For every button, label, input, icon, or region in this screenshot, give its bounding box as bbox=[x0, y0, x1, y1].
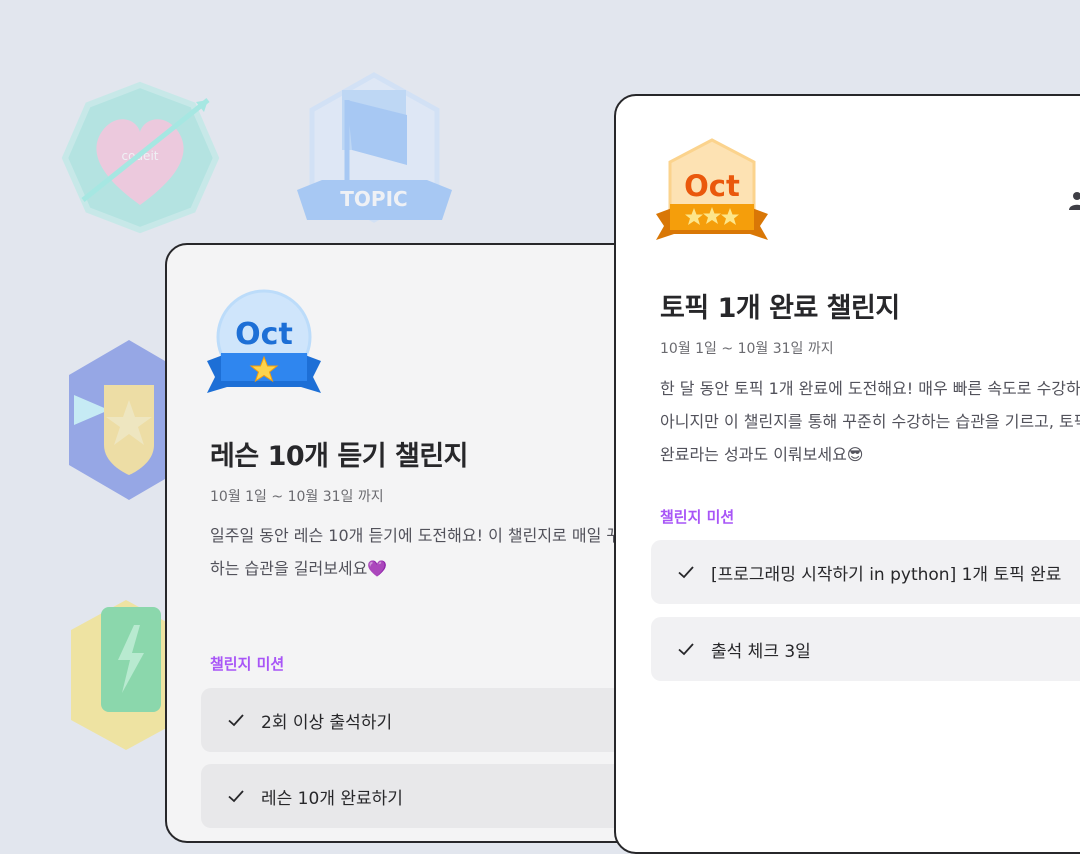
oct-orange-badge: Oct bbox=[656, 138, 768, 240]
challenge-title: 토픽 1개 완료 챌린지 bbox=[660, 293, 900, 324]
check-icon bbox=[228, 714, 244, 727]
topic-badge-text: TOPIC bbox=[340, 187, 407, 211]
oct-blue-badge: Oct bbox=[207, 289, 321, 393]
mission-label: 출석 체크 3일 bbox=[711, 641, 811, 662]
missions-label: 챌린지 미션 bbox=[210, 655, 285, 673]
challenge-period: 10월 1일 ~ 10월 31일 까지 bbox=[210, 489, 384, 505]
challenge-description-line-1: 한 달 동안 토픽 1개 완료에 도전해요! 매우 빠른 속도로 수강하는 것은 bbox=[660, 379, 1080, 398]
check-icon bbox=[678, 566, 694, 579]
challenge-card-topic[interactable]: Oct 토픽 1개 완료 챌린지 10월 1일 ~ 10월 31일 까지 한 달… bbox=[614, 94, 1080, 854]
mission-item: 2회 이상 출석하기 bbox=[201, 688, 671, 752]
challenge-title: 레슨 10개 듣기 챌린지 bbox=[210, 441, 469, 472]
badge-month-text: Oct bbox=[684, 169, 740, 203]
missions-label: 챌린지 미션 bbox=[660, 508, 735, 526]
challenge-description-line-3: 완료라는 성과도 이뤄보세요😎 bbox=[660, 445, 864, 464]
mission-item: 출석 체크 3일 bbox=[651, 617, 1080, 681]
mission-label: 레슨 10개 완료하기 bbox=[261, 788, 403, 809]
check-icon bbox=[678, 643, 694, 656]
challenge-description-line-2: 하는 습관을 길러보세요💜 bbox=[210, 559, 388, 578]
heart-arrow-badge: codeit bbox=[61, 81, 220, 234]
challenge-description-line-2: 아니지만 이 챌린지를 통해 꾸준히 수강하는 습관을 기르고, 토픽 bbox=[660, 412, 1080, 431]
challenge-period: 10월 1일 ~ 10월 31일 까지 bbox=[660, 341, 834, 357]
mission-item: [프로그래밍 시작하기 in python] 1개 토픽 완료 bbox=[651, 540, 1080, 604]
mission-item: 레슨 10개 완료하기 bbox=[201, 764, 671, 828]
mission-label: 2회 이상 출석하기 bbox=[261, 712, 393, 733]
check-icon bbox=[228, 790, 244, 803]
badge-month-text: Oct bbox=[235, 317, 293, 352]
challenge-card-lessons[interactable]: Oct 레슨 10개 듣기 챌린지 10월 1일 ~ 10월 31일 까지 일주… bbox=[165, 243, 685, 843]
topic-flag-badge: TOPIC bbox=[297, 72, 452, 223]
mission-label: [프로그래밍 시작하기 in python] 1개 토픽 완료 bbox=[711, 564, 1062, 585]
user-icon[interactable] bbox=[1068, 191, 1080, 211]
